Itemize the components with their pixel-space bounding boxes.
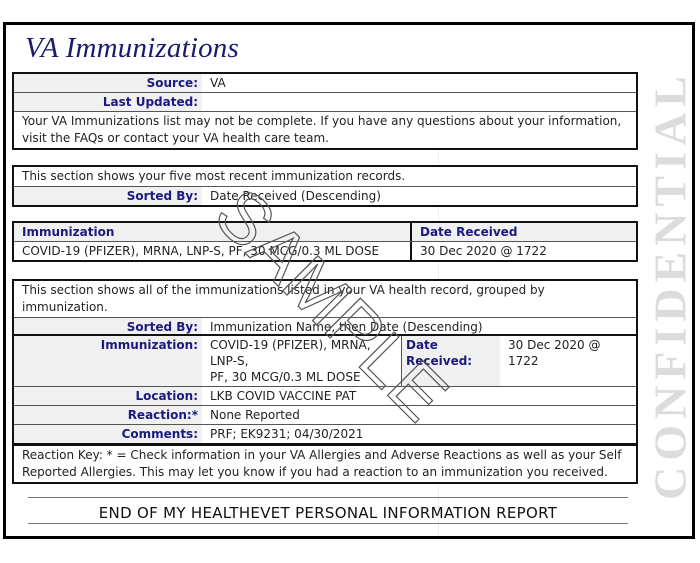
detail-immunization-row: Immunization: COVID-19 (PFIZER), MRNA, L… bbox=[14, 336, 636, 387]
immunization-cell: COVID-19 (PFIZER), MRNA, LNP-S, PF, 30 M… bbox=[14, 242, 412, 260]
notice-text: Your VA Immunizations list may not be co… bbox=[14, 112, 629, 148]
date-value-line: 1722 bbox=[508, 354, 539, 368]
source-value: VA bbox=[210, 76, 226, 90]
recent-sorted-row: Sorted By: Date Received (Descending) bbox=[14, 187, 636, 205]
last-updated-value bbox=[202, 93, 636, 111]
all-section-box: This section shows all of the immunizati… bbox=[12, 279, 638, 338]
recent-description-row: This section shows your five most recent… bbox=[14, 167, 636, 187]
immunization-value-line: COVID-19 (PFIZER), MRNA, LNP-S, bbox=[210, 338, 371, 368]
notice-line: Your VA Immunizations list may not be co… bbox=[22, 114, 622, 128]
end-of-report-text: END OF MY HEALTHEVET PERSONAL INFORMATIO… bbox=[98, 504, 558, 522]
immunization-value: COVID-19 (PFIZER), MRNA, LNP-S, PF, 30 M… bbox=[202, 336, 402, 386]
source-label: Source: bbox=[14, 74, 202, 92]
immunization-detail-box: Immunization: COVID-19 (PFIZER), MRNA, L… bbox=[12, 334, 638, 445]
reaction-key-text: Reaction Key: * = Check information in y… bbox=[14, 446, 636, 482]
table-row: COVID-19 (PFIZER), MRNA, LNP-S, PF, 30 M… bbox=[14, 242, 636, 260]
recent-section-box: This section shows your five most recent… bbox=[12, 165, 638, 207]
sorted-by-value: Date Received (Descending) bbox=[210, 189, 381, 203]
last-updated-label: Last Updated: bbox=[14, 93, 202, 111]
confidential-watermark-text: CONFIDENTIAL bbox=[646, 70, 694, 500]
notice-line: visit the FAQs or contact your VA health… bbox=[22, 131, 329, 145]
recent-immunizations-table: Immunization Date Received COVID-19 (PFI… bbox=[12, 221, 638, 262]
info-box: Source: VA Last Updated: Your VA Immuniz… bbox=[12, 72, 638, 150]
date-received-label: Date Received: bbox=[402, 336, 500, 386]
location-value: LKB COVID VACCINE PAT bbox=[210, 389, 357, 403]
column-header-immunization: Immunization bbox=[14, 223, 412, 241]
location-label: Location: bbox=[14, 387, 202, 405]
reaction-key-line: Reported Allergies. This may let you kno… bbox=[22, 465, 608, 479]
detail-comments-row: Comments: PRF; EK9231; 04/30/2021 bbox=[14, 425, 636, 443]
date-received-value: 30 Dec 2020 @ 1722 bbox=[500, 336, 636, 386]
footer-top-divider bbox=[28, 497, 628, 498]
confidential-watermark: CONFIDENTIAL bbox=[646, 70, 694, 500]
all-description-row: This section shows all of the immunizati… bbox=[14, 281, 636, 318]
report-page: VA Immunizations Source: VA Last Updated… bbox=[3, 22, 695, 539]
immunization-value-line: PF, 30 MCG/0.3 ML DOSE bbox=[210, 370, 361, 384]
immunization-label: Immunization: bbox=[14, 336, 202, 386]
last-updated-row: Last Updated: bbox=[14, 93, 636, 112]
detail-reaction-row: Reaction:* None Reported bbox=[14, 406, 636, 425]
date-value-line: 30 Dec 2020 @ bbox=[508, 338, 601, 352]
footer-bottom-divider bbox=[28, 523, 628, 524]
page-title: VA Immunizations bbox=[25, 32, 239, 64]
reaction-label: Reaction:* bbox=[14, 406, 202, 424]
sorted-by-label: Sorted By: bbox=[14, 187, 202, 205]
detail-location-row: Location: LKB COVID VACCINE PAT bbox=[14, 387, 636, 406]
reaction-key-box: Reaction Key: * = Check information in y… bbox=[12, 444, 638, 484]
source-row: Source: VA bbox=[14, 74, 636, 93]
notice-row: Your VA Immunizations list may not be co… bbox=[14, 112, 636, 148]
column-header-date-received: Date Received bbox=[420, 225, 518, 239]
table-header-row: Immunization Date Received bbox=[14, 223, 636, 242]
comments-value: PRF; EK9231; 04/30/2021 bbox=[210, 427, 364, 441]
all-description: This section shows all of the immunizati… bbox=[22, 283, 545, 314]
comments-label: Comments: bbox=[14, 425, 202, 443]
date-cell: 30 Dec 2020 @ 1722 bbox=[420, 244, 547, 258]
reaction-key-line: Reaction Key: * = Check information in y… bbox=[22, 448, 622, 462]
recent-description: This section shows your five most recent… bbox=[22, 169, 406, 183]
reaction-value: None Reported bbox=[210, 408, 300, 422]
